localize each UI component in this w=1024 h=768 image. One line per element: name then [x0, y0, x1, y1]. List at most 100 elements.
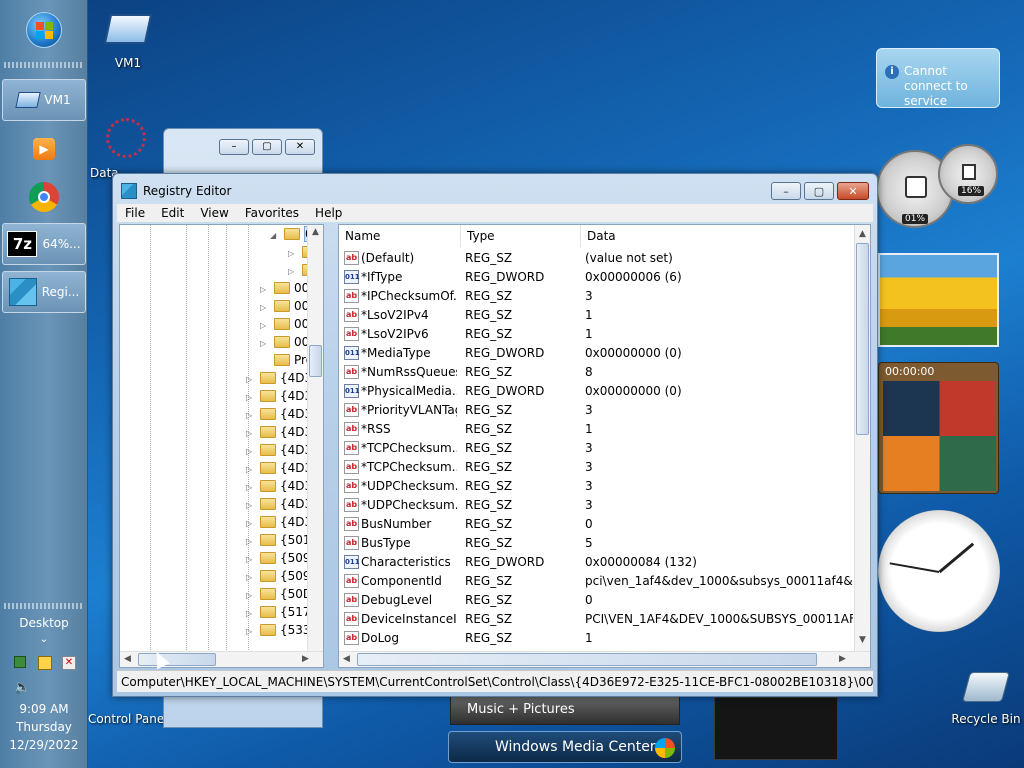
value-row[interactable]: ab *RSS REG_SZ 1 — [339, 420, 854, 439]
value-row[interactable]: 011 Characteristics REG_DWORD 0x00000084 (1… — [339, 553, 854, 572]
taskbar-item-regedit[interactable]: Regi... — [2, 271, 86, 313]
desktop-icon-vm1[interactable]: VM1 — [98, 12, 158, 74]
expand-icon[interactable]: ▷ — [288, 267, 298, 276]
value-row[interactable]: ab DeviceInstanceID REG_SZ PCI\VEN_1AF4&DEV… — [339, 610, 854, 629]
taskbar-item-chrome[interactable] — [2, 176, 86, 218]
expand-icon[interactable]: ▷ — [260, 285, 270, 294]
slideshow-gadget[interactable] — [878, 253, 999, 347]
value-data: 3 — [585, 460, 593, 474]
clock-gadget[interactable] — [878, 510, 1000, 632]
value-row[interactable]: ab DoLog REG_SZ 1 — [339, 629, 854, 648]
reg-string-icon: ab — [344, 593, 359, 607]
menu-help[interactable]: Help — [307, 206, 350, 220]
key-tree[interactable]: ◢0007▷▷▷0008▷0009▷0010▷0011Pro▷{4D36E9▷{… — [119, 224, 324, 668]
collapse-icon[interactable]: ◢ — [270, 231, 280, 240]
expand-icon[interactable]: ▷ — [246, 429, 256, 438]
expand-icon[interactable]: ▷ — [246, 573, 256, 582]
taskbar-item-7zip[interactable]: 7z 64%... — [2, 223, 86, 265]
tree-node[interactable]: Pro — [260, 353, 313, 371]
expand-icon[interactable]: ▷ — [246, 591, 256, 600]
expand-icon[interactable]: ▷ — [246, 465, 256, 474]
value-row[interactable]: ab *IPChecksumOf... REG_SZ 3 — [339, 287, 854, 306]
desktop-icon-recycle-bin[interactable]: Recycle Bin — [948, 672, 1024, 726]
value-row[interactable]: ab *TCPChecksum... REG_SZ 3 — [339, 458, 854, 477]
expand-icon[interactable]: ▷ — [246, 411, 256, 420]
media-gadget[interactable] — [714, 697, 838, 760]
expand-icon[interactable]: ▷ — [246, 375, 256, 384]
value-row[interactable]: ab *PriorityVLANTag REG_SZ 3 — [339, 401, 854, 420]
wmc-button[interactable]: Windows Media Center — [448, 731, 682, 763]
value-row[interactable]: ab DebugLevel REG_SZ 0 — [339, 591, 854, 610]
expand-icon[interactable]: ▷ — [246, 519, 256, 528]
registry-editor-window[interactable]: Registry Editor – ▢ ✕ File Edit View Fav… — [112, 173, 878, 697]
notification-gadget[interactable]: i Cannot connect to service — [876, 48, 1000, 108]
expand-icon[interactable]: ▷ — [260, 303, 270, 312]
value-row[interactable]: ab *NumRssQueues REG_SZ 8 — [339, 363, 854, 382]
menu-edit[interactable]: Edit — [153, 206, 192, 220]
desktop-icon-data[interactable]: Data — [90, 118, 150, 180]
value-data: 0 — [585, 517, 593, 531]
value-row[interactable]: ab BusType REG_SZ 5 — [339, 534, 854, 553]
start-button[interactable] — [26, 12, 62, 48]
taskbar-item-vm1[interactable]: VM1 — [2, 79, 86, 121]
value-row[interactable]: ab *UDPChecksum... REG_SZ 3 — [339, 496, 854, 515]
value-row[interactable]: ab *LsoV2IPv6 REG_SZ 1 — [339, 325, 854, 344]
memory-gauge[interactable]: 16% — [938, 144, 998, 204]
column-header-type[interactable]: Type — [461, 225, 581, 247]
value-row[interactable]: ab *TCPChecksum... REG_SZ 3 — [339, 439, 854, 458]
close-button[interactable]: ✕ — [285, 139, 315, 155]
chevron-down-icon[interactable]: ⌄ — [0, 634, 88, 645]
menu-file[interactable]: File — [117, 206, 153, 220]
desktop-label[interactable]: Desktop — [0, 616, 88, 630]
speaker-icon[interactable]: 🔈 — [14, 680, 30, 695]
scroll-thumb[interactable] — [309, 345, 322, 377]
expand-icon[interactable]: ▷ — [246, 393, 256, 402]
expand-icon[interactable]: ▷ — [246, 537, 256, 546]
column-header-data[interactable]: Data — [581, 225, 855, 247]
expand-icon[interactable]: ▷ — [288, 249, 298, 258]
taskbar-item-media-player[interactable]: ▶ — [2, 128, 86, 170]
value-row[interactable]: 011 *IfType REG_DWORD 0x00000006 (6) — [339, 268, 854, 287]
expand-icon[interactable]: ▷ — [260, 321, 270, 330]
title-bar[interactable]: Registry Editor — [119, 180, 869, 202]
list-vertical-scrollbar[interactable]: ▲ ▼ — [854, 225, 870, 651]
network-error-icon[interactable]: ✕ — [62, 656, 76, 670]
clock-date[interactable]: 12/29/2022 — [0, 738, 88, 752]
expand-icon[interactable]: ▷ — [246, 555, 256, 564]
tree-vertical-scrollbar[interactable]: ▲ — [307, 225, 323, 651]
wmc-strip[interactable]: Music + Pictures — [450, 693, 680, 725]
picture-puzzle-gadget[interactable]: 00:00:00 — [878, 362, 999, 494]
scroll-thumb[interactable] — [357, 653, 817, 666]
puzzle-tiles[interactable] — [883, 381, 996, 491]
expand-icon[interactable]: ▷ — [246, 609, 256, 618]
clock-day[interactable]: Thursday — [0, 720, 88, 734]
desktop-icon-control-panel[interactable]: Control Panel — [88, 698, 168, 726]
value-row[interactable]: ab *UDPChecksum... REG_SZ 3 — [339, 477, 854, 496]
expand-icon[interactable]: ▷ — [246, 447, 256, 456]
expand-icon[interactable]: ▷ — [246, 627, 256, 636]
clock-time[interactable]: 9:09 AM — [0, 702, 88, 716]
network-icon[interactable] — [14, 656, 26, 668]
value-row[interactable]: ab (Default) REG_SZ (value not set) — [339, 249, 854, 268]
maximize-button[interactable]: ▢ — [252, 139, 282, 155]
menu-favorites[interactable]: Favorites — [237, 206, 307, 220]
expand-icon[interactable]: ▷ — [246, 483, 256, 492]
minimize-button[interactable]: – — [771, 182, 801, 200]
value-row[interactable]: ab *LsoV2IPv4 REG_SZ 1 — [339, 306, 854, 325]
value-row[interactable]: 011 *MediaType REG_DWORD 0x00000000 (0) — [339, 344, 854, 363]
action-center-icon[interactable] — [38, 656, 52, 670]
minimize-button[interactable]: – — [219, 139, 249, 155]
menu-view[interactable]: View — [192, 206, 236, 220]
close-button[interactable]: ✕ — [837, 182, 869, 200]
value-list[interactable]: Name Type Data ab (Default) REG_SZ (value n… — [338, 224, 871, 668]
expand-icon[interactable]: ▷ — [246, 501, 256, 510]
value-row[interactable]: ab BusNumber REG_SZ 0 — [339, 515, 854, 534]
value-row[interactable]: 011 *PhysicalMedia... REG_DWORD 0x00000000 … — [339, 382, 854, 401]
expand-icon[interactable]: ▷ — [260, 339, 270, 348]
column-header-name[interactable]: Name — [339, 225, 461, 247]
maximize-button[interactable]: ▢ — [804, 182, 834, 200]
list-horizontal-scrollbar[interactable]: ◀ ▶ — [339, 651, 870, 667]
value-type: REG_SZ — [465, 365, 513, 379]
scroll-thumb[interactable] — [856, 243, 869, 435]
value-row[interactable]: ab ComponentId REG_SZ pci\ven_1af4&dev_1000… — [339, 572, 854, 591]
